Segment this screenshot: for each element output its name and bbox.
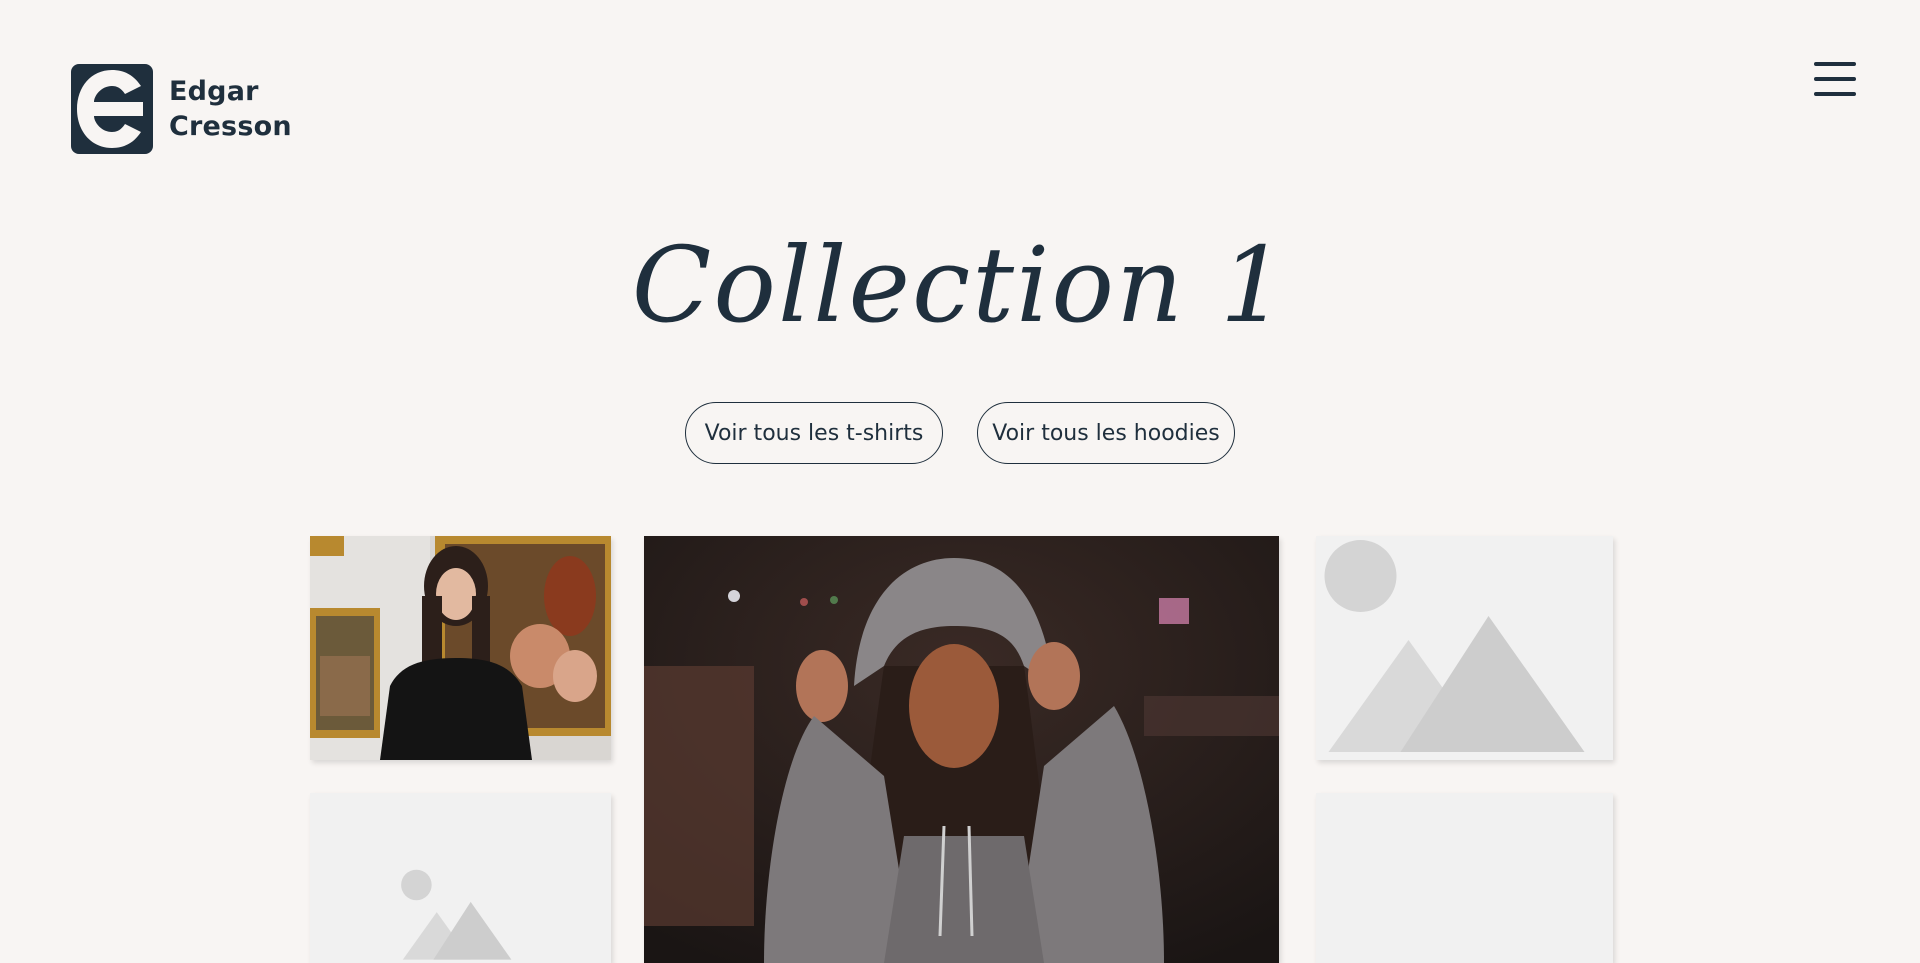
gallery-placeholder-tile[interactable] (310, 793, 611, 963)
brand-name: Edgar Cresson (169, 74, 292, 144)
brand-name-line1: Edgar (169, 76, 259, 107)
collection-filter-buttons: Voir tous les t-shirts Voir tous les hoo… (0, 402, 1920, 464)
gallery-placeholder-tile[interactable] (1316, 536, 1613, 760)
gallery-placeholder-tile[interactable] (1316, 793, 1613, 963)
image-placeholder-icon (401, 869, 512, 960)
hoodie-photo-image (644, 536, 1279, 963)
view-all-hoodies-button[interactable]: Voir tous les hoodies (977, 402, 1235, 464)
brand-name-line2: Cresson (169, 111, 292, 142)
brand-logo-link[interactable]: Edgar Cresson (71, 64, 292, 154)
gallery-photo-tshirt[interactable] (310, 536, 611, 760)
hamburger-icon-bar (1814, 77, 1856, 81)
view-all-tshirts-button[interactable]: Voir tous les t-shirts (685, 402, 943, 464)
hamburger-icon (1814, 62, 1856, 66)
hamburger-menu-button[interactable] (1814, 62, 1858, 102)
page-title: Collection 1 (631, 224, 1289, 346)
tshirt-photo-image (310, 536, 611, 760)
gallery-photo-hoodie[interactable] (644, 536, 1279, 963)
edgar-cresson-logo-icon (71, 64, 153, 154)
image-placeholder-icon (1324, 540, 1585, 752)
hamburger-icon-bar (1814, 92, 1856, 96)
page: Edgar Cresson Collection 1 Voir tous les… (0, 0, 1920, 963)
